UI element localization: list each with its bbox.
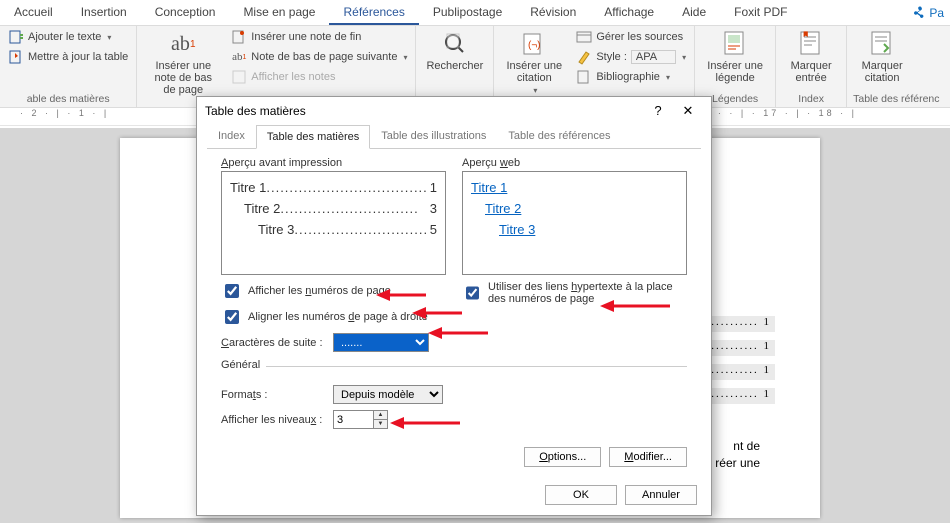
biblio-icon — [576, 69, 592, 85]
group-search: Rechercher — [416, 26, 494, 107]
toc-dialog: Table des matières ? ✕ Index Table des m… — [196, 96, 712, 516]
chk-align-right[interactable]: Aligner les numéros de page à droite — [221, 307, 446, 327]
search-button[interactable]: Rechercher — [422, 28, 487, 74]
tab-illustrations[interactable]: Table des illustrations — [370, 124, 497, 148]
insert-footnote-button[interactable]: ab1 Insérer une note de bas de page — [143, 28, 223, 98]
tab-insertion[interactable]: Insertion — [67, 0, 141, 25]
insert-citation-button[interactable]: (¬) Insérer une citation▾ — [500, 28, 568, 97]
web-preview: Titre 1 Titre 2 Titre 3 — [462, 171, 687, 275]
dialog-tabs: Index Table des matières Table des illus… — [197, 124, 711, 148]
close-button[interactable]: ✕ — [673, 103, 703, 119]
print-preview: Titre 1.................................… — [221, 171, 446, 275]
insert-caption-button[interactable]: Insérer une légende — [701, 28, 769, 86]
mark-entry-icon — [796, 30, 826, 58]
tab-publipostage[interactable]: Publipostage — [419, 0, 516, 25]
tab-affichage[interactable]: Affichage — [590, 0, 668, 25]
citation-style[interactable]: Style : APA▾ — [574, 48, 688, 66]
levels-input[interactable] — [333, 410, 373, 429]
help-button[interactable]: ? — [643, 103, 673, 118]
group-citations: (¬) Insérer une citation▾ Gérer les sour… — [494, 26, 695, 107]
sources-icon — [576, 29, 592, 45]
chk-hyperlinks[interactable]: Utiliser des liens hypertexte à la place… — [462, 281, 687, 305]
tab-references[interactable]: Références — [329, 0, 418, 25]
tab-foxit[interactable]: Foxit PDF — [720, 0, 801, 25]
show-notes-button[interactable]: Afficher les notes — [229, 68, 409, 86]
chk-align-right-input[interactable] — [225, 310, 239, 324]
next-footnote-button[interactable]: ab1Note de bas de page suivante▾ — [229, 48, 409, 66]
next-footnote-icon: ab1 — [231, 49, 247, 65]
tab-accueil[interactable]: Accueil — [0, 0, 67, 25]
tab-toc[interactable]: Table des matières — [256, 125, 370, 149]
group-footnotes: ab1 Insérer une note de bas de page Insé… — [137, 26, 416, 107]
format-label: Formats : — [221, 389, 325, 401]
tab-aide[interactable]: Aide — [668, 0, 720, 25]
options-button[interactable]: Options... — [524, 447, 601, 467]
mark-citation-icon — [867, 30, 897, 58]
modify-button[interactable]: Modifier... — [609, 447, 687, 467]
spin-up[interactable]: ▲ — [374, 411, 387, 420]
show-notes-icon — [231, 69, 247, 85]
caption-icon — [720, 30, 750, 58]
tab-revision[interactable]: Révision — [516, 0, 590, 25]
add-text-icon — [8, 29, 24, 45]
add-text-button[interactable]: Ajouter le texte▾ — [6, 28, 130, 46]
format-select[interactable]: Depuis modèle — [333, 385, 443, 404]
ribbon-tabs: Accueil Insertion Conception Mise en pag… — [0, 0, 950, 26]
chk-hyperlinks-input[interactable] — [466, 286, 479, 300]
group-authorities: Marquer citation Table des référenc — [847, 26, 945, 107]
group-toc: Ajouter le texte▾ Mettre à jour la table… — [0, 26, 137, 107]
leader-select[interactable]: ....... — [333, 333, 429, 352]
mark-entry-button[interactable]: Marquer entrée — [782, 28, 840, 86]
update-table-button[interactable]: Mettre à jour la table — [6, 48, 130, 66]
tab-mise-en-page[interactable]: Mise en page — [229, 0, 329, 25]
endnote-icon — [231, 29, 247, 45]
share-icon — [912, 6, 926, 20]
manage-sources-button[interactable]: Gérer les sources — [574, 28, 688, 46]
tab-index[interactable]: Index — [207, 124, 256, 148]
footnote-icon: ab1 — [168, 30, 198, 58]
ok-button[interactable]: OK — [545, 485, 617, 505]
dialog-titlebar: Table des matières ? ✕ — [197, 97, 711, 124]
citation-icon: (¬) — [519, 30, 549, 58]
insert-endnote-button[interactable]: Insérer une note de fin — [229, 28, 409, 46]
group-label-toc: able des matières — [6, 93, 130, 107]
spin-down[interactable]: ▼ — [374, 420, 387, 429]
group-index: Marquer entrée Index — [776, 26, 847, 107]
chk-show-pagenums[interactable]: Afficher les numéros de page — [221, 281, 446, 301]
cancel-button[interactable]: Annuler — [625, 485, 697, 505]
bibliography-button[interactable]: Bibliographie▾ — [574, 68, 688, 86]
web-preview-label: Aperçu web — [462, 157, 687, 169]
svg-text:(¬): (¬) — [528, 40, 541, 51]
mark-citation-button[interactable]: Marquer citation — [853, 28, 911, 86]
levels-spinner[interactable]: ▲▼ — [333, 410, 388, 429]
update-icon — [8, 49, 24, 65]
leader-label: Caractères de suite : — [221, 337, 325, 349]
share-button[interactable]: Pa — [906, 0, 950, 25]
general-label: Général — [221, 359, 266, 371]
chk-show-pagenums-input[interactable] — [225, 284, 239, 298]
search-icon — [440, 30, 470, 58]
tab-conception[interactable]: Conception — [141, 0, 230, 25]
dialog-title: Table des matières — [205, 104, 643, 118]
tab-authorities[interactable]: Table des références — [497, 124, 621, 148]
levels-label: Afficher les niveaux : — [221, 414, 325, 426]
style-icon — [576, 49, 592, 65]
print-preview-label: AAperçu avant impressionperçu avant impr… — [221, 157, 446, 169]
group-captions: Insérer une légende Légendes — [695, 26, 776, 107]
